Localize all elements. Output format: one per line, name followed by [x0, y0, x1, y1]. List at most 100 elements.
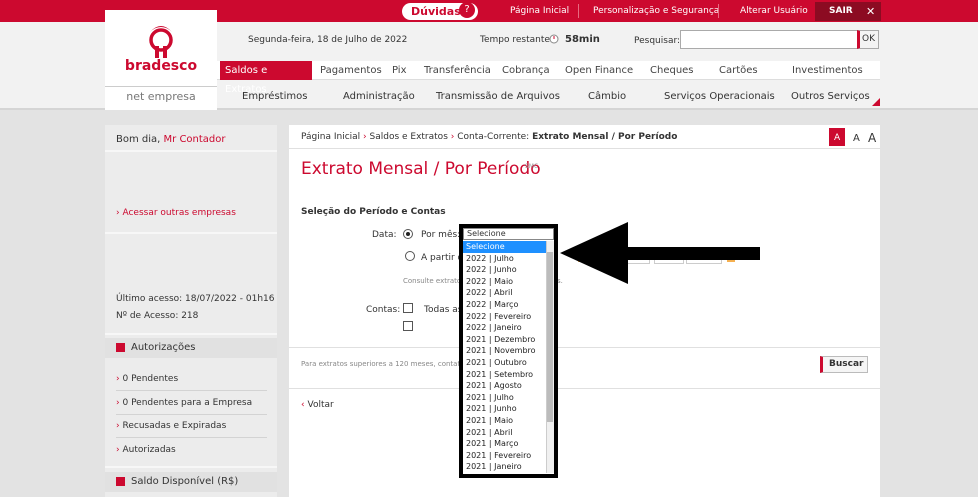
option-2022-07[interactable]: 2022 | Julho	[463, 253, 546, 265]
breadcrumb-current: Extrato Mensal / Por Período	[532, 132, 678, 142]
section-title: Seleção do Período e Contas	[301, 207, 446, 217]
duvidas-label: Dúvidas	[411, 5, 461, 18]
font-size-large-button[interactable]: A	[868, 131, 876, 145]
tab-transferencia[interactable]: Transferência	[424, 61, 491, 80]
tab-emprestimos[interactable]: Empréstimos	[242, 88, 307, 106]
corner-triangle-icon	[872, 98, 880, 106]
tab-cheques[interactable]: Cheques	[650, 61, 694, 80]
radio-a-partir[interactable]	[405, 251, 415, 261]
buscar-button[interactable]: Buscar	[820, 356, 868, 373]
font-size-medium-button[interactable]: A	[853, 133, 860, 144]
font-size-small-label: A	[834, 133, 841, 143]
breadcrumb: Página Inicial › Saldos e Extratos › Con…	[301, 132, 677, 142]
auth-item-label: Recusadas e Expiradas	[122, 421, 227, 431]
tab-open-finance[interactable]: Open Finance	[565, 61, 633, 80]
search-ok-button[interactable]: OK	[857, 30, 879, 49]
chevron-right-icon: ›	[116, 374, 120, 384]
option-2021-02[interactable]: 2021 | Fevereiro	[463, 450, 546, 462]
tab-cambio[interactable]: Câmbio	[588, 88, 626, 106]
list-divider	[116, 437, 267, 438]
topbar-divider	[718, 4, 719, 18]
greeting: Bom dia, Mr Contador	[116, 134, 226, 145]
auth-item-refused[interactable]: › Recusadas e Expiradas	[116, 421, 226, 431]
chevron-right-icon: ›	[116, 398, 120, 408]
option-2021-03[interactable]: 2021 | Março	[463, 438, 546, 450]
auth-item-pending[interactable]: › 0 Pendentes	[116, 374, 178, 384]
tab-servicos-operacionais[interactable]: Serviços Operacionais	[664, 88, 775, 106]
product-name: net empresa	[126, 90, 196, 103]
option-2022-02[interactable]: 2022 | Fevereiro	[463, 311, 546, 323]
list-divider	[116, 390, 267, 391]
dropdown-scroll-thumb[interactable]	[547, 252, 553, 422]
option-2021-05[interactable]: 2021 | Maio	[463, 415, 546, 427]
search-label: Pesquisar:	[634, 36, 681, 46]
option-2021-07[interactable]: 2021 | Julho	[463, 392, 546, 404]
voltar-link[interactable]: ‹ Voltar	[301, 400, 334, 410]
topbar-link-personalization[interactable]: Personalização e Segurança	[593, 0, 719, 22]
current-date: Segunda-feira, 18 de Julho de 2022	[248, 35, 408, 45]
tab-pagamentos[interactable]: Pagamentos	[320, 61, 382, 80]
option-2021-11[interactable]: 2021 | Novembro	[463, 345, 546, 357]
collapse-square-icon	[116, 343, 125, 352]
topbar-link-home[interactable]: Página Inicial	[510, 0, 569, 22]
option-selecione[interactable]: Selecione	[463, 241, 546, 253]
breadcrumb-saldos[interactable]: Saldos e Extratos	[370, 132, 448, 142]
option-2022-03[interactable]: 2022 | Março	[463, 299, 546, 311]
auth-item-label: 0 Pendentes	[122, 374, 179, 384]
tab-administracao[interactable]: Administração	[343, 88, 415, 106]
chevron-right-icon: ›	[116, 445, 120, 455]
tab-transmissao[interactable]: Transmissão de Arquivos	[436, 88, 560, 106]
tab-cobranca[interactable]: Cobrança	[502, 61, 550, 80]
balance-header[interactable]: Saldo Disponível (R$)	[105, 472, 277, 492]
tab-outros-servicos[interactable]: Outros Serviços	[791, 88, 870, 106]
option-2021-10[interactable]: 2021 | Outubro	[463, 357, 546, 369]
authorizations-header[interactable]: Autorizações	[105, 338, 277, 358]
auth-item-pending-company[interactable]: › 0 Pendentes para a Empresa	[116, 398, 252, 408]
option-2021-01[interactable]: 2021 | Janeiro	[463, 461, 546, 473]
auth-item-authorized[interactable]: › Autorizadas	[116, 445, 176, 455]
option-2021-09[interactable]: 2021 | Setembro	[463, 369, 546, 381]
checkbox-todas-contas[interactable]	[403, 303, 413, 313]
por-mes-label: Por mês:	[421, 230, 461, 240]
chevron-right-icon: ›	[116, 208, 120, 218]
breadcrumb-divider	[289, 148, 880, 149]
help-icon[interactable]: ?	[459, 2, 475, 18]
other-companies-label: Acessar outras empresas	[122, 208, 236, 218]
tab-pix[interactable]: Pix	[392, 61, 407, 80]
breadcrumb-prefix: Conta-Corrente:	[457, 132, 530, 142]
month-options-list[interactable]: Selecione 2022 | Julho 2022 | Junho 2022…	[463, 241, 546, 473]
radio-por-mes[interactable]	[403, 229, 413, 239]
other-companies-link[interactable]: › Acessar outras empresas	[116, 208, 236, 218]
radio-selected-dot	[406, 232, 410, 236]
session-timer-label: Tempo restante:	[480, 35, 553, 45]
close-icon[interactable]: ✕	[866, 2, 875, 21]
tab-saldos-extratos[interactable]: Saldos e Extratos	[220, 61, 312, 95]
topbar-divider	[578, 4, 579, 18]
tab-cartoes[interactable]: Cartões	[719, 61, 758, 80]
list-divider	[116, 414, 267, 415]
tab-investimentos[interactable]: Investimentos	[792, 61, 863, 80]
option-2022-04[interactable]: 2022 | Abril	[463, 287, 546, 299]
logout-label: SAIR	[829, 6, 853, 16]
topbar-link-change-user[interactable]: Alterar Usuário	[740, 0, 808, 22]
option-2022-01[interactable]: 2022 | Janeiro	[463, 322, 546, 334]
option-2021-08[interactable]: 2021 | Agosto	[463, 380, 546, 392]
breadcrumb-home[interactable]: Página Inicial	[301, 132, 360, 142]
month-select[interactable]: Selecione	[463, 228, 554, 240]
option-2021-06[interactable]: 2021 | Junho	[463, 403, 546, 415]
form-divider	[289, 347, 880, 348]
title-tag: SMC	[525, 163, 539, 170]
option-2021-04[interactable]: 2021 | Abril	[463, 427, 546, 439]
form-divider	[289, 388, 880, 389]
chevron-left-icon: ‹	[301, 400, 305, 410]
search-input[interactable]	[680, 30, 858, 49]
checkbox-conta[interactable]	[403, 321, 413, 331]
option-2022-05[interactable]: 2022 | Maio	[463, 276, 546, 288]
authorizations-title: Autorizações	[131, 342, 196, 353]
option-2021-12[interactable]: 2021 | Dezembro	[463, 334, 546, 346]
user-name: Mr Contador	[163, 134, 226, 145]
sidebar-divider	[105, 333, 277, 335]
option-2022-06[interactable]: 2022 | Junho	[463, 264, 546, 276]
data-label: Data:	[372, 230, 397, 240]
contas-label: Contas:	[366, 305, 401, 315]
